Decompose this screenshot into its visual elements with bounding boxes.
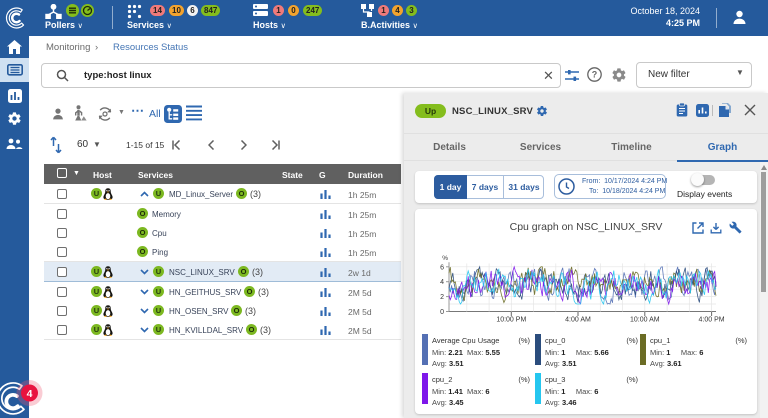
svg-text:2: 2 xyxy=(440,294,444,301)
svg-text:6: 6 xyxy=(440,264,444,271)
svg-text:0: 0 xyxy=(440,309,444,316)
svg-text:4: 4 xyxy=(27,388,33,400)
svg-text:10:00 PM: 10:00 PM xyxy=(496,317,526,324)
svg-text:10:00 AM: 10:00 AM xyxy=(630,317,660,324)
svg-text:4:00 PM: 4:00 PM xyxy=(699,317,725,324)
svg-text:4: 4 xyxy=(440,279,444,286)
svg-text:%: % xyxy=(442,255,448,262)
svg-text:?: ? xyxy=(592,70,598,80)
svg-text:4:00 AM: 4:00 AM xyxy=(565,317,591,324)
